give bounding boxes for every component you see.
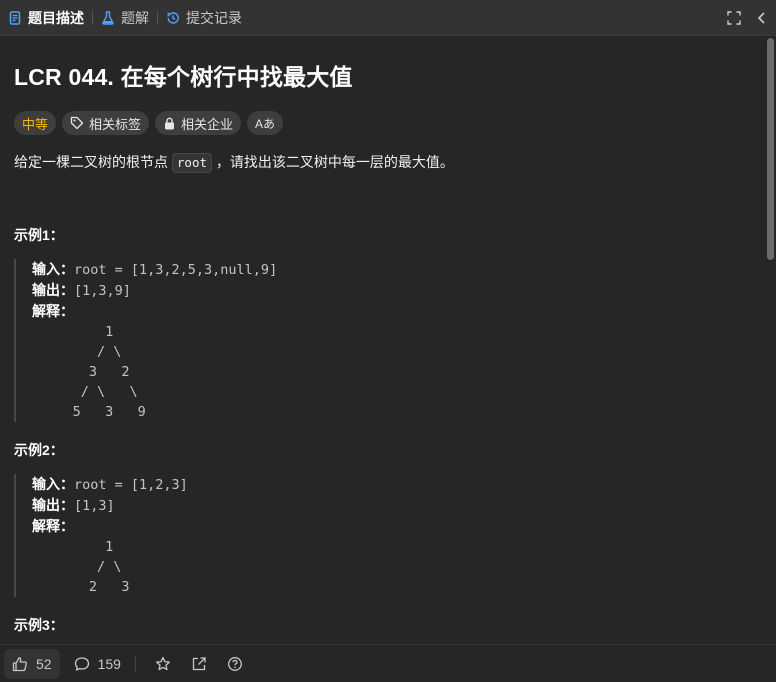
example-2-input: 输入：root = [1,2,3]	[32, 476, 188, 493]
like-count: 52	[36, 655, 52, 672]
share-icon[interactable]	[184, 649, 214, 679]
example-1-tree: 1 / \ 3 2 / \ \ 5 3 9	[72, 324, 146, 420]
example-1-output: 输出：[1,3,9]	[32, 282, 131, 299]
help-icon[interactable]	[220, 649, 250, 679]
difficulty-label: 中等	[22, 116, 49, 132]
lock-icon	[165, 117, 175, 129]
description-text: 给定一棵二叉树的根节点	[14, 154, 172, 170]
document-icon	[8, 10, 22, 25]
problem-title: LCR 044. 在每个树行中找最大值	[14, 64, 353, 90]
bottom-toolbar: 52 159	[0, 644, 776, 682]
example-2-tree: 1 / \ 2 3	[88, 539, 130, 595]
description-text: ，请找出该二叉树中每一层的最大值。	[212, 154, 454, 170]
related-companies-label: 相关企业	[181, 116, 234, 132]
difficulty-badge[interactable]: 中等	[14, 111, 57, 135]
example-2-output: 输出：[1,3]	[32, 497, 115, 514]
example-3-title: 示例3：	[14, 617, 64, 633]
tab-solutions[interactable]: 题解	[93, 0, 157, 36]
problem-description-panel: LCR 044. 在每个树行中找最大值 中等 相关标签 相关企业 Aあ 给定一棵…	[0, 36, 766, 644]
history-icon	[166, 11, 180, 25]
tab-description[interactable]: 题目描述	[0, 0, 92, 36]
related-tags-label: 相关标签	[89, 116, 142, 132]
tag-icon	[70, 116, 84, 130]
example-2-block: 输入：root = [1,2,3] 输出：[1,3] 解释： 1 / \ 2 3	[14, 474, 752, 597]
star-icon[interactable]	[148, 649, 178, 679]
example-1-title: 示例1：	[14, 227, 64, 243]
flask-icon	[101, 10, 115, 25]
comment-icon	[74, 656, 89, 671]
example-2-title: 示例2：	[14, 442, 64, 458]
tab-solutions-label: 题解	[121, 9, 149, 26]
tab-submissions[interactable]: 提交记录	[158, 0, 250, 36]
problem-description: 给定一棵二叉树的根节点 root ，请找出该二叉树中每一层的最大值。	[14, 151, 752, 173]
tab-bar: 题目描述 题解 提交记录	[0, 0, 776, 36]
related-tags-button[interactable]: 相关标签	[62, 111, 150, 135]
comment-count: 159	[97, 655, 121, 672]
example-2-explanation: 解释：	[32, 518, 74, 534]
scrollbar-thumb[interactable]	[767, 38, 774, 260]
comments-button[interactable]: 159	[66, 649, 129, 679]
translate-button[interactable]: Aあ	[247, 111, 284, 135]
thumbs-up-icon	[12, 656, 27, 671]
tab-description-label: 题目描述	[28, 9, 84, 26]
fullscreen-icon[interactable]	[720, 4, 748, 32]
collapse-chevron-icon[interactable]	[748, 4, 776, 32]
inline-code: root	[171, 153, 212, 173]
like-button[interactable]: 52	[4, 648, 60, 679]
example-1-input: 输入：root = [1,3,2,5,3,null,9]	[32, 261, 278, 278]
example-1-explanation: 解释：	[32, 303, 74, 319]
related-companies-button[interactable]: 相关企业	[155, 111, 242, 135]
scrollbar[interactable]	[767, 38, 774, 644]
translate-icon: Aあ	[255, 116, 276, 131]
example-1-block: 输入：root = [1,3,2,5,3,null,9] 输出：[1,3,9] …	[14, 259, 752, 422]
toolbar-divider	[134, 655, 136, 672]
tab-submissions-label: 提交记录	[186, 9, 242, 26]
tag-row: 中等 相关标签 相关企业 Aあ	[14, 111, 752, 135]
